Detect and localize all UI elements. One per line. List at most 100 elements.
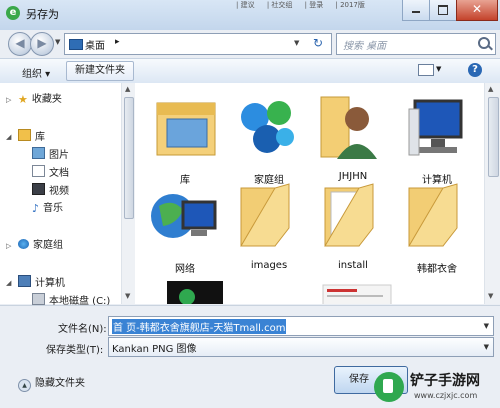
collapse-arrow-icon: ▲ xyxy=(18,379,31,392)
sidebar-item-favorites[interactable]: ★ 收藏夹 xyxy=(18,92,62,108)
file-item[interactable]: 韩都衣舍 xyxy=(395,176,479,275)
file-item[interactable]: JHJHN xyxy=(311,87,395,185)
views-icon[interactable] xyxy=(418,64,434,76)
expand-homegroup-icon[interactable]: ▷ xyxy=(6,242,11,250)
toolbar: 组织 ▾ 新建文件夹 ▼ ? xyxy=(0,58,500,84)
folder-icon xyxy=(408,183,458,247)
sidebar-item-music[interactable]: ♪ 音乐 xyxy=(32,201,63,217)
file-list: 库 家庭组 JHJHN 计算机 网络 images install 韩都衣舍 xyxy=(135,83,484,304)
music-icon: ♪ xyxy=(32,202,40,215)
background-tab: | 社交组 xyxy=(266,1,293,9)
navigation-scrollbar[interactable]: ▲ ▼ xyxy=(121,83,135,304)
address-bar[interactable]: 桌面 ▸ xyxy=(64,33,332,55)
sidebar-item-computer[interactable]: 计算机 xyxy=(18,275,65,291)
sidebar-item-label: 文档 xyxy=(49,168,69,179)
organize-menu[interactable]: 组织 ▾ xyxy=(22,65,50,80)
background-tab: | 登录 xyxy=(304,1,324,9)
file-item[interactable]: install xyxy=(311,176,395,274)
background-tabs: | 建议 | 社交组 | 登录 | 2017版 xyxy=(236,0,375,10)
desktop-icon xyxy=(69,39,83,50)
file-list-scrollbar[interactable]: ▲ ▼ xyxy=(484,83,500,304)
breadcrumb-separator[interactable]: ▸ xyxy=(115,37,120,47)
star-icon: ★ xyxy=(18,93,28,106)
background-tab: | 2017版 xyxy=(335,1,365,9)
filetype-dropdown-icon[interactable]: ▼ xyxy=(484,343,489,351)
background-tab: | 建议 xyxy=(236,1,255,9)
watermark-title: 铲子手游网 xyxy=(410,373,480,389)
videos-icon xyxy=(32,183,45,195)
network-icon xyxy=(151,194,217,238)
hide-folders-label: 隐藏文件夹 xyxy=(35,378,85,389)
sidebar-item-label: 计算机 xyxy=(35,278,65,289)
scroll-up-arrow-icon[interactable]: ▲ xyxy=(488,85,493,93)
filetype-value: Kankan PNG 图像 xyxy=(112,344,197,355)
image-thumbnail-icon xyxy=(167,281,223,304)
close-button[interactable]: ✕ xyxy=(456,0,498,21)
expand-libraries-icon[interactable]: ◢ xyxy=(6,133,11,141)
computer-icon xyxy=(408,99,463,156)
sidebar-item-label: 音乐 xyxy=(43,203,64,214)
sidebar-item-homegroup[interactable]: 家庭组 xyxy=(18,238,63,254)
sidebar-item-label: 收藏夹 xyxy=(31,94,62,105)
filename-dropdown-icon[interactable]: ▼ xyxy=(484,322,489,330)
address-location[interactable]: 桌面 xyxy=(85,37,105,52)
scroll-down-arrow-icon[interactable]: ▼ xyxy=(488,292,493,300)
file-item[interactable] xyxy=(153,279,237,304)
file-item[interactable]: 库 xyxy=(143,87,227,186)
navigation-pane: ▷ ★ 收藏夹 ◢ 库 图片 文档 视频 ♪ 音乐 ▷ 家庭组 ◢ 计算机 本地磁盘… xyxy=(0,83,121,307)
file-item[interactable]: 计算机 xyxy=(395,87,479,186)
file-item[interactable] xyxy=(315,283,399,304)
sidebar-item-libraries[interactable]: 库 xyxy=(18,129,45,145)
back-button[interactable]: ◀ xyxy=(8,32,32,56)
scrollbar-thumb[interactable] xyxy=(124,97,134,219)
sidebar-item-pictures[interactable]: 图片 xyxy=(32,147,69,163)
file-item[interactable]: 家庭组 xyxy=(227,87,311,186)
computer-icon xyxy=(18,275,31,287)
disk-icon xyxy=(32,293,45,305)
watermark-logo-icon xyxy=(374,372,404,402)
documents-icon xyxy=(32,165,45,177)
sidebar-item-label: 图片 xyxy=(49,150,69,161)
watermark: 铲子手游网 www.czjxjc.com xyxy=(370,366,500,407)
sidebar-item-label: 库 xyxy=(35,132,45,143)
search-icon[interactable] xyxy=(478,37,490,49)
refresh-icon[interactable]: ↻ xyxy=(308,34,328,52)
sidebar-item-videos[interactable]: 视频 xyxy=(32,183,69,199)
title-bar: e 另存为 | 建议 | 社交组 | 登录 | 2017版 ✕ xyxy=(0,0,500,30)
file-item[interactable]: 网络 xyxy=(143,176,227,275)
watermark-url: www.czjxjc.com xyxy=(414,391,478,400)
file-name: 韩都衣舍 xyxy=(417,264,457,275)
forward-button[interactable]: ▶ xyxy=(30,32,54,56)
file-name: install xyxy=(338,260,368,271)
scroll-up-arrow-icon[interactable]: ▲ xyxy=(125,85,130,93)
library-icon xyxy=(18,129,31,141)
recent-pages-dropdown-icon[interactable]: ▼ xyxy=(55,38,60,46)
pictures-icon xyxy=(32,147,45,159)
help-icon[interactable]: ? xyxy=(468,63,482,77)
search-placeholder: 搜索 桌面 xyxy=(343,41,387,52)
views-dropdown-icon[interactable]: ▼ xyxy=(436,65,441,73)
maximize-button[interactable] xyxy=(429,0,457,21)
sidebar-item-label: 家庭组 xyxy=(33,240,63,251)
scroll-down-arrow-icon[interactable]: ▼ xyxy=(125,292,130,300)
filename-label: 文件名(N): xyxy=(58,324,107,335)
file-name: images xyxy=(250,260,288,271)
address-dropdown-icon[interactable]: ▼ xyxy=(294,39,299,47)
folder-icon xyxy=(240,183,290,247)
filetype-select[interactable]: Kankan PNG 图像 ▼ xyxy=(108,337,494,357)
expand-computer-icon[interactable]: ◢ xyxy=(6,279,11,287)
hide-folders-toggle[interactable]: ▲ 隐藏文件夹 xyxy=(18,374,85,392)
scrollbar-thumb[interactable] xyxy=(488,97,499,177)
homegroup-icon xyxy=(241,101,294,153)
minimize-button[interactable] xyxy=(402,0,430,21)
filename-value[interactable]: 首 页-韩都衣舍旗舰店-天猫Tmall.com xyxy=(112,319,287,334)
webpage-thumbnail-icon xyxy=(322,284,392,304)
search-input[interactable]: 搜索 桌面 xyxy=(336,33,496,55)
file-item[interactable]: images xyxy=(227,176,311,274)
file-name: 网络 xyxy=(175,264,195,275)
expand-favorites-icon[interactable]: ▷ xyxy=(6,96,11,104)
sidebar-item-documents[interactable]: 文档 xyxy=(32,165,69,181)
filename-field[interactable]: 首 页-韩都衣舍旗舰店-天猫Tmall.com ▼ xyxy=(108,316,494,336)
library-icon xyxy=(156,102,216,156)
new-folder-button[interactable]: 新建文件夹 xyxy=(66,61,134,81)
